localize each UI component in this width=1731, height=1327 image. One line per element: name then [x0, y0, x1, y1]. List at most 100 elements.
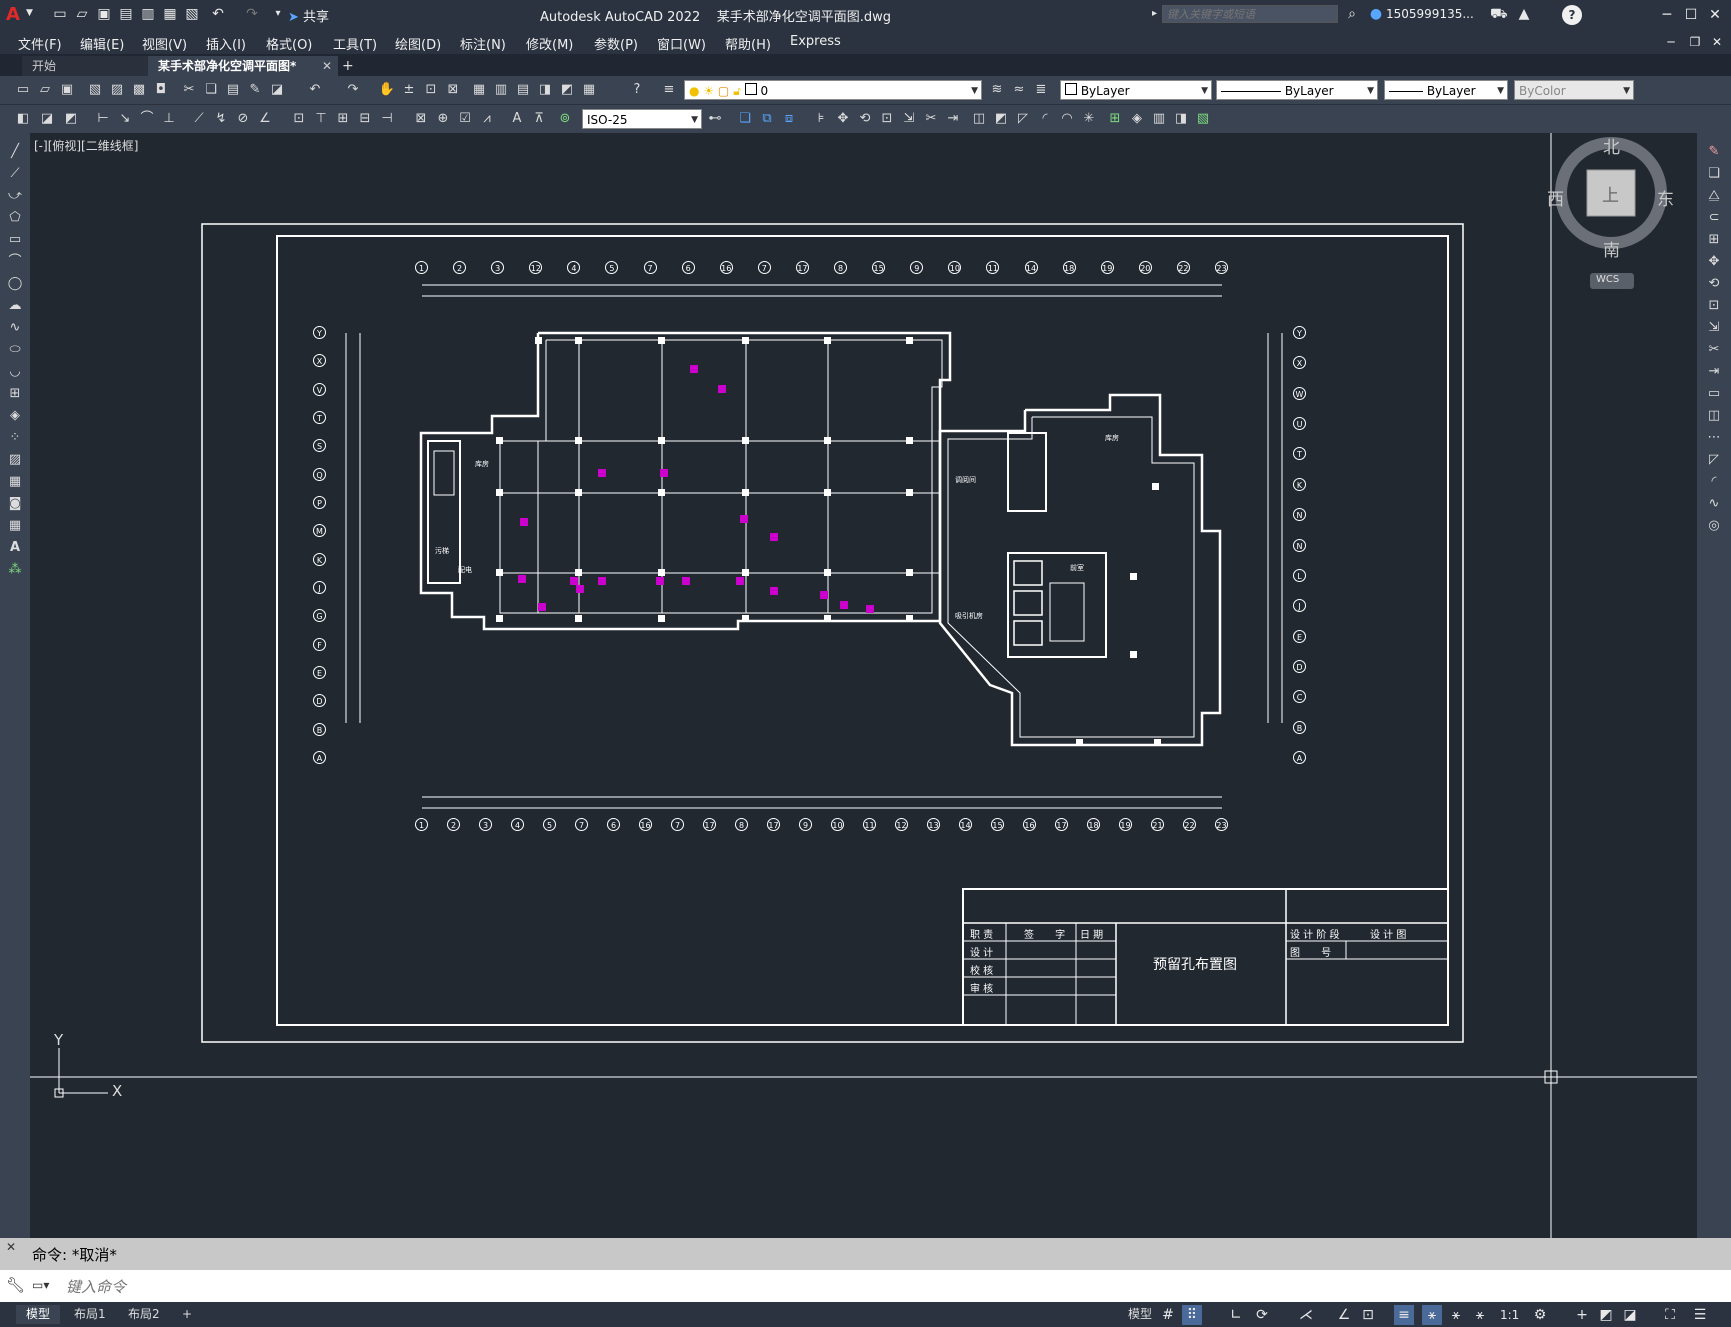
- menu-format[interactable]: 格式(O): [266, 34, 312, 53]
- workspace-icon[interactable]: ◧: [14, 110, 32, 128]
- close-button[interactable]: ✕: [1704, 4, 1726, 26]
- ellipse-icon[interactable]: ⬭: [6, 341, 24, 359]
- layer-dropdown-icon[interactable]: ▼: [971, 81, 978, 101]
- inspect-icon[interactable]: ☑: [456, 110, 474, 128]
- isolate-objects-icon[interactable]: ◪: [1620, 1305, 1640, 1325]
- trim-icon[interactable]: ✂: [922, 110, 940, 128]
- annotation-visibility-icon[interactable]: ⚹: [1422, 1305, 1442, 1325]
- 3dprint-icon[interactable]: ◘: [152, 81, 170, 99]
- blockedit-icon[interactable]: ◪: [268, 81, 286, 99]
- layout-tab-2[interactable]: 布局2: [118, 1305, 170, 1324]
- save-icon[interactable]: ▣: [58, 81, 76, 99]
- tab-start[interactable]: 开始: [22, 56, 162, 76]
- dim-update-icon[interactable]: ⊚: [556, 110, 574, 128]
- compass-east[interactable]: 东: [1657, 185, 1674, 210]
- cart-icon[interactable]: ⛟: [1490, 6, 1508, 22]
- tab-close-icon[interactable]: ✕: [322, 56, 332, 76]
- status-menu-icon[interactable]: ☰: [1690, 1305, 1710, 1325]
- customize-plus-icon[interactable]: +: [1572, 1305, 1592, 1325]
- tolerance-icon[interactable]: ⊠: [412, 110, 430, 128]
- lineweight-icon[interactable]: ≡: [1394, 1305, 1414, 1325]
- array-icon[interactable]: ⊞: [1705, 231, 1723, 249]
- angular-dim-icon[interactable]: ∠: [256, 110, 274, 128]
- polygon-icon[interactable]: ⬠: [6, 209, 24, 227]
- diameter-dim-icon[interactable]: ⊘: [234, 110, 252, 128]
- menu-help[interactable]: 帮助(H): [725, 34, 771, 53]
- autodesk-app-icon[interactable]: ▲: [1516, 6, 1532, 22]
- redo-icon[interactable]: ↷: [244, 6, 260, 22]
- toolpalettes-icon[interactable]: ▤: [514, 81, 532, 99]
- command-input[interactable]: [64, 1274, 1668, 1300]
- layer-states-icon[interactable]: ≣: [1032, 81, 1050, 99]
- compass-north[interactable]: 北: [1603, 133, 1620, 158]
- menu-modify[interactable]: 修改(M): [526, 34, 573, 53]
- menu-express[interactable]: Express: [790, 34, 841, 49]
- point-icon[interactable]: ⁘: [6, 429, 24, 447]
- menu-edit[interactable]: 编辑(E): [80, 34, 124, 53]
- layer-previous-icon[interactable]: ≈: [1010, 81, 1028, 99]
- compass-south[interactable]: 南: [1603, 236, 1620, 261]
- cleanscreen-icon[interactable]: ⛶: [1660, 1305, 1680, 1325]
- mirror-icon[interactable]: ⧋: [1705, 187, 1723, 205]
- blend-icon[interactable]: ◠: [1058, 110, 1076, 128]
- add-tab-button[interactable]: +: [332, 56, 364, 76]
- annotation-scale[interactable]: 1:1: [1500, 1308, 1519, 1322]
- attribute-icon[interactable]: ▥: [1150, 110, 1168, 128]
- paste-icon[interactable]: ▤: [224, 81, 242, 99]
- user-icon[interactable]: ●: [1368, 6, 1384, 22]
- fillet-icon[interactable]: ◜: [1036, 110, 1054, 128]
- layer-match-icon[interactable]: ◩: [62, 110, 80, 128]
- mtext-icon[interactable]: A: [6, 539, 24, 557]
- menu-view[interactable]: 视图(V): [142, 34, 187, 53]
- search-arrow-icon[interactable]: ▸: [1152, 8, 1157, 19]
- stretch-icon[interactable]: ⇲: [1705, 319, 1723, 337]
- rectangle-icon[interactable]: ▭: [6, 231, 24, 249]
- customize-icon[interactable]: ▾: [270, 6, 286, 22]
- undo-icon[interactable]: ↶: [210, 6, 226, 22]
- minimize-button[interactable]: ─: [1656, 4, 1678, 26]
- polar-icon[interactable]: ⟳: [1252, 1305, 1272, 1325]
- grid-icon[interactable]: #: [1158, 1305, 1178, 1325]
- erase-icon[interactable]: ✎: [1705, 143, 1723, 161]
- spline-icon[interactable]: ∿: [6, 319, 24, 337]
- stretch-icon[interactable]: ⇲: [900, 110, 918, 128]
- viewcube-top-label[interactable]: 上: [1602, 181, 1619, 206]
- help-icon[interactable]: ?: [628, 81, 646, 99]
- polyline-icon[interactable]: ⤻: [6, 187, 24, 205]
- break-icon[interactable]: ◫: [970, 110, 988, 128]
- insert-block-icon[interactable]: ⊞: [6, 385, 24, 403]
- make-current-icon[interactable]: ≋: [988, 81, 1006, 99]
- open-web-icon[interactable]: ▥: [140, 6, 156, 22]
- share-button[interactable]: ➤ 共享: [288, 6, 329, 25]
- create-block-icon[interactable]: ◈: [1128, 110, 1146, 128]
- command-line[interactable]: 🔧︎ ▭▾: [0, 1270, 1731, 1302]
- publish-icon[interactable]: ▩: [130, 81, 148, 99]
- layout-tab-model[interactable]: 模型: [16, 1305, 61, 1324]
- drawing-canvas[interactable]: [-][俯视][二维线框] 1 2 3 12 4 5 7 6 16 7 17 8…: [30, 133, 1697, 1238]
- add-selected-icon[interactable]: ⁂: [6, 561, 24, 579]
- doc-restore-button[interactable]: ❐: [1684, 31, 1706, 53]
- search-icon[interactable]: ⌕: [1344, 6, 1360, 22]
- linear-dim-icon[interactable]: ⊢: [94, 110, 112, 128]
- osnap-tracking-icon[interactable]: ∠: [1334, 1305, 1354, 1325]
- make-block-icon[interactable]: ◈: [6, 407, 24, 425]
- redo-icon[interactable]: ↷: [344, 81, 362, 99]
- trim-icon[interactable]: ✂: [1705, 341, 1723, 359]
- cut-icon[interactable]: ✂: [180, 81, 198, 99]
- color-combo[interactable]: ByLayer ▼: [1060, 80, 1212, 100]
- extend-icon[interactable]: ⇥: [944, 110, 962, 128]
- move-icon[interactable]: ✥: [834, 110, 852, 128]
- snap-icon[interactable]: ⠿: [1182, 1305, 1202, 1325]
- ortho-icon[interactable]: ∟: [1226, 1305, 1246, 1325]
- wrench-icon[interactable]: 🔧︎: [6, 1276, 25, 1294]
- annotation-autoscale-icon[interactable]: ⚹: [1446, 1305, 1466, 1325]
- blend-icon[interactable]: ∿: [1705, 495, 1723, 513]
- zoom-window-icon[interactable]: ⊡: [422, 81, 440, 99]
- aligned-dim-icon[interactable]: ↘: [116, 110, 134, 128]
- extend-icon[interactable]: ⇥: [1705, 363, 1723, 381]
- continue-dim-icon[interactable]: ⊞: [334, 110, 352, 128]
- dimstyle-combo[interactable]: ISO-25 ▼: [582, 109, 702, 129]
- layout-tab-1[interactable]: 布局1: [64, 1305, 116, 1324]
- line-icon[interactable]: ╱: [6, 143, 24, 161]
- arc-dim-icon[interactable]: ⌒: [138, 110, 156, 128]
